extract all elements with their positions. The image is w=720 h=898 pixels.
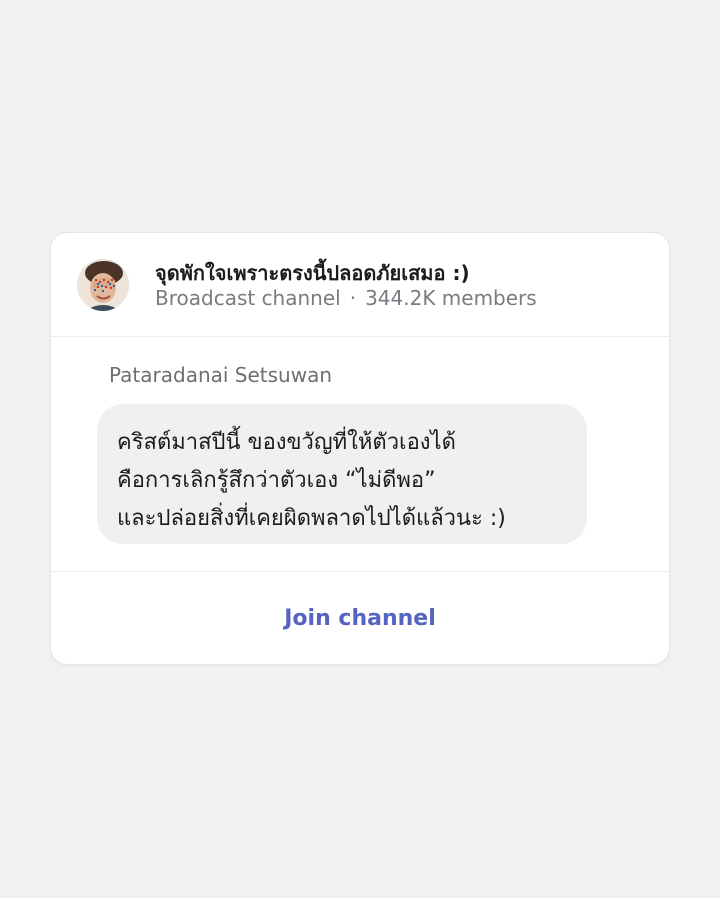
message-line: คริสต์มาสปีนี้ ของขวัญที่ให้ตัวเองได้ bbox=[117, 430, 456, 455]
message-line: และปล่อยสิ่งที่เคยผิดพลาดไปได้แล้วนะ :) bbox=[117, 506, 506, 531]
avatar-photo-icon bbox=[77, 259, 129, 311]
channel-preview-card: จุดพักใจเพราะตรงนี้ปลอดภัยเสมอ :) Broadc… bbox=[51, 233, 669, 664]
meta-separator: · bbox=[349, 286, 357, 310]
message-line: คือการเลิกรู้สึกว่าตัวเอง “ไม่ดีพอ” bbox=[117, 468, 436, 493]
member-count: 344.2K members bbox=[365, 286, 537, 310]
message-sender: Pataradanai Setsuwan bbox=[109, 363, 333, 387]
header-divider bbox=[51, 336, 669, 337]
channel-type: Broadcast channel bbox=[155, 286, 341, 310]
channel-name[interactable]: จุดพักใจเพราะตรงนี้ปลอดภัยเสมอ :) bbox=[155, 257, 470, 289]
channel-header[interactable]: จุดพักใจเพราะตรงนี้ปลอดภัยเสมอ :) Broadc… bbox=[51, 233, 669, 336]
join-channel-button[interactable]: Join channel bbox=[51, 572, 669, 664]
message-bubble: คริสต์มาสปีนี้ ของขวัญที่ให้ตัวเองได้ คื… bbox=[97, 404, 587, 544]
channel-meta: Broadcast channel · 344.2K members bbox=[155, 286, 537, 310]
channel-avatar[interactable] bbox=[77, 259, 129, 311]
